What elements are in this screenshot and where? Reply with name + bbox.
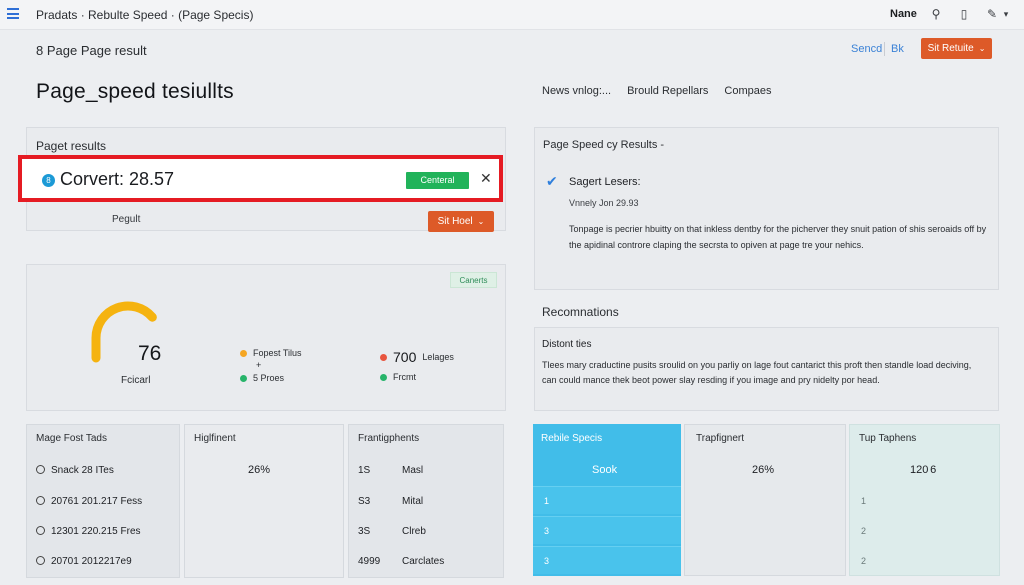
back-link[interactable]: Bk (891, 43, 904, 55)
radio-button[interactable] (36, 556, 45, 565)
table-cell: Mital (402, 496, 424, 507)
table-cell: 3 (544, 556, 550, 566)
table-row[interactable]: Snack 28 ITes (36, 465, 114, 476)
legend-value-label: Lelages (422, 352, 454, 362)
speed-results-panel (534, 127, 999, 290)
table-cell: 2 (861, 556, 867, 566)
legend-label: Frcmt (393, 372, 416, 382)
results-panel-title: Paget results (36, 139, 107, 153)
legend-dot (240, 374, 247, 382)
score-value: 76 (138, 342, 162, 365)
table-cell: 1 (544, 496, 550, 506)
close-icon[interactable]: ✕ (480, 170, 492, 187)
table-cell: 4999 (358, 556, 381, 567)
recommendations-text: Tlees mary craductine pusits sroulid on … (542, 360, 972, 385)
tab-bar: News vnlog:... Brould Repellars Compaes (542, 85, 788, 97)
link-icon[interactable]: ⚲ (928, 6, 944, 22)
table-cell: 26% (248, 464, 271, 476)
table-cell: 120 6 (910, 464, 937, 476)
highlighted-result: 8 Corvert: 28.57 Centeral ✕ (18, 155, 503, 202)
legend-dot (380, 353, 387, 361)
table-cell: 3S (358, 526, 371, 537)
table-cell: 1 (861, 496, 867, 506)
checkmark-icon: ✔ (546, 173, 558, 189)
legend-dot (240, 349, 247, 357)
radio-button[interactable] (36, 526, 45, 535)
table-cell: Clreb (402, 526, 426, 537)
table-header: Tup Taphens (859, 433, 917, 444)
menu-icon[interactable] (7, 8, 19, 19)
table-cell: 3 (544, 526, 550, 536)
chevron-down-icon: ⌄ (978, 44, 986, 53)
result-value: Corvert: 28.57 (60, 169, 175, 189)
recommendations-title: Distont ties (542, 339, 592, 350)
table-col-2 (684, 424, 846, 576)
info-icon: 8 (42, 174, 55, 187)
table-header: Trapfignert (696, 433, 744, 444)
legend-label: Fopest Tilus (253, 348, 302, 358)
tab-repellars[interactable]: Brould Repellars (627, 85, 708, 97)
secondary-action-label: Sit Hoel (437, 216, 473, 227)
result-footer-label: Pegult (112, 214, 141, 225)
legend-item-frcmt: Frcmt (380, 372, 416, 382)
table-row[interactable] (533, 486, 681, 514)
table-row[interactable]: 20701 2012217e9 (36, 556, 132, 567)
primary-action-button[interactable]: Sit Retuite ⌄ (921, 38, 992, 59)
legend-label: 5 Proes (253, 373, 285, 383)
legend-label: + (256, 360, 262, 370)
score-label: Fcicarl (121, 375, 151, 386)
table-cell: S3 (358, 496, 371, 507)
send-link[interactable]: Sencd (851, 43, 882, 55)
table-cell: 1S (358, 465, 371, 476)
divider (884, 42, 885, 56)
score-badge: Canerts (450, 272, 497, 288)
table-row[interactable] (533, 546, 681, 574)
tab-news[interactable]: News vnlog:... (542, 85, 611, 97)
table-header: Higlfinent (194, 433, 236, 444)
breadcrumb: 8 Page Page result (36, 43, 147, 58)
legend-item-fopest: Fopest Tilus (240, 348, 302, 358)
radio-button[interactable] (36, 465, 45, 474)
tab-compaes[interactable]: Compaes (724, 85, 771, 97)
table-row[interactable]: 20761 201.217 Fess (36, 496, 142, 507)
speed-results-description: Tonpage is pecrier hbuitty on that inkle… (569, 224, 987, 250)
table-row[interactable] (533, 516, 681, 544)
table-row[interactable]: 12301 220.215 Fres (36, 526, 141, 537)
legend-plus: + (256, 360, 261, 370)
radio-button[interactable] (36, 496, 45, 505)
status-button[interactable]: Centeral (406, 172, 469, 189)
user-name[interactable]: Nane (890, 8, 917, 20)
secondary-action-button[interactable]: Sit Hoel ⌄ (428, 211, 494, 232)
speed-results-item: Sagert Lesers: (569, 176, 641, 188)
table-header: Mage Fost Tads (36, 433, 107, 444)
legend-dot (380, 373, 387, 381)
table-col-3 (348, 424, 504, 578)
chevron-down-icon: ⌄ (477, 217, 485, 226)
table-cell: Masl (402, 465, 424, 476)
chevron-down-icon[interactable]: ▾ (998, 6, 1014, 22)
table-col-3 (849, 424, 1000, 576)
table-cell: 26% (752, 464, 775, 476)
window-title: Pradats · Rebulte Speed · (Page Specis) (36, 8, 254, 22)
table-header: Rebile Specis (541, 433, 603, 444)
table-col-2 (184, 424, 344, 578)
speed-results-sub: Vnnely Jon 29.93 (569, 198, 639, 208)
primary-action-label: Sit Retuite (927, 43, 974, 54)
table-cell: Sook (592, 464, 618, 476)
legend-item-proes: 5 Proes (240, 373, 284, 383)
legend-value: 700 (393, 349, 417, 365)
clipboard-icon[interactable]: ▯ (956, 6, 972, 22)
table-header: Frantigphents (358, 433, 420, 444)
speed-results-title: Page Speed cy Results - (543, 139, 665, 151)
table-cell: 2 (861, 526, 867, 536)
legend-value-item: 700 Lelages (380, 349, 454, 365)
recommendations-heading: Recomnations (542, 305, 619, 319)
table-cell: Carclates (402, 556, 445, 567)
page-title: Page_speed tesiullts (36, 80, 234, 103)
